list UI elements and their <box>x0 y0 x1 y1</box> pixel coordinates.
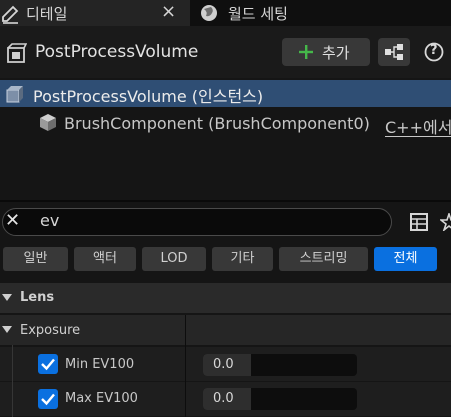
chevron-down-icon <box>2 294 12 301</box>
cube-icon <box>40 114 56 131</box>
tree-child-source-link[interactable]: C++에서 <box>385 114 451 138</box>
plus-icon <box>299 45 313 59</box>
tree-item-label: PostProcessVolume (인스턴스) <box>33 87 264 106</box>
filter-actor[interactable]: 액터 <box>74 247 136 271</box>
tab-world-settings-label: 월드 세팅 <box>228 5 288 23</box>
filter-general[interactable]: 일반 <box>3 247 68 271</box>
category-lens[interactable] <box>0 283 451 313</box>
help-label: ? <box>430 43 438 58</box>
checkmark-icon <box>41 358 55 371</box>
close-tab-icon[interactable]: × <box>161 1 176 22</box>
tree-child-item[interactable]: BrushComponent (BrushComponent0) <box>64 114 370 133</box>
min-ev100-value: 0.0 <box>213 357 234 372</box>
filter-lod[interactable]: LOD <box>142 247 206 271</box>
chevron-down-icon <box>2 326 12 333</box>
column-splitter[interactable] <box>185 315 186 417</box>
actor-icon <box>7 43 27 63</box>
category-exposure-label: Exposure <box>20 323 81 338</box>
checkmark-icon <box>41 393 55 406</box>
max-ev100-override-checkbox[interactable] <box>38 389 58 409</box>
filter-misc[interactable]: 기타 <box>212 247 273 271</box>
tab-details-label: 디테일 <box>26 5 68 23</box>
min-ev100-override-checkbox[interactable] <box>38 354 58 374</box>
star-icon[interactable] <box>440 213 451 231</box>
max-ev100-label: Max EV100 <box>65 391 138 406</box>
panel-divider <box>0 200 451 202</box>
max-ev100-value: 0.0 <box>213 391 234 406</box>
add-button-label: 추가 <box>322 44 350 62</box>
table-view-icon[interactable] <box>410 213 428 231</box>
tab-details[interactable]: 디테일 × <box>0 0 190 26</box>
actor-name: PostProcessVolume <box>35 42 199 62</box>
globe-icon <box>201 5 217 21</box>
clear-search-icon[interactable]: ✕ <box>5 210 20 231</box>
volume-icon <box>6 86 23 103</box>
filter-streaming[interactable]: 스트리밍 <box>279 247 368 271</box>
blueprint-button[interactable] <box>378 38 410 66</box>
min-ev100-input[interactable]: 0.0 <box>203 354 357 376</box>
max-ev100-input[interactable]: 0.0 <box>203 388 357 410</box>
help-button[interactable]: ? <box>424 42 444 62</box>
search-input[interactable]: ev <box>40 211 59 230</box>
tab-world-settings[interactable]: 월드 세팅 <box>190 0 451 26</box>
search-box[interactable] <box>2 208 392 236</box>
indent-guide <box>12 345 13 417</box>
filter-all[interactable]: 전체 <box>374 247 437 271</box>
add-component-button[interactable]: 추가 <box>282 38 370 66</box>
blueprint-nodes-icon <box>385 44 403 60</box>
pencil-icon <box>2 5 19 24</box>
min-ev100-label: Min EV100 <box>65 357 135 372</box>
category-lens-label: Lens <box>20 290 55 305</box>
